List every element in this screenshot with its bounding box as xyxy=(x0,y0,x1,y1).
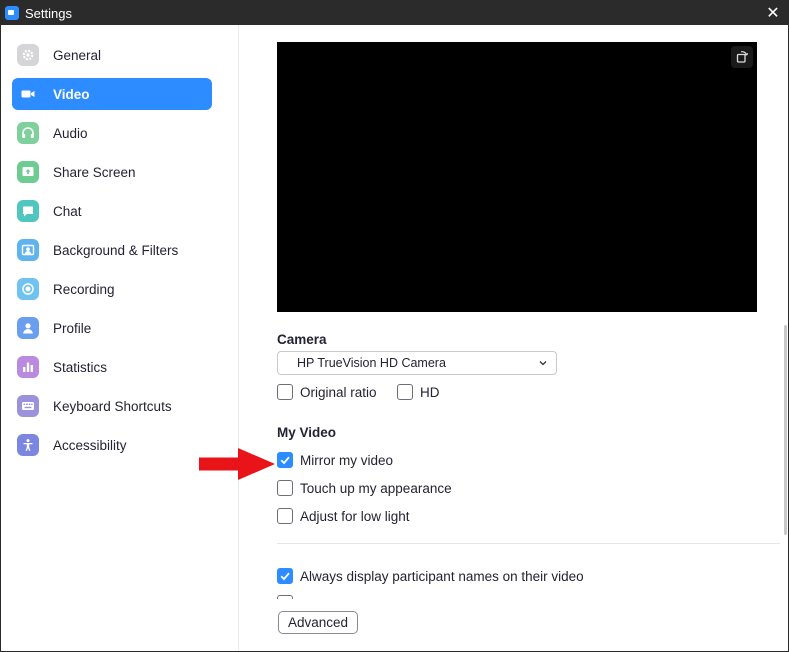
rotate-camera-icon[interactable] xyxy=(731,46,753,68)
sidebar-item-background-filters[interactable]: Background & Filters xyxy=(12,234,212,266)
section-divider xyxy=(277,543,780,544)
camera-select[interactable]: HP TrueVision HD Camera xyxy=(277,351,557,375)
participant-names-label: Always display participant names on thei… xyxy=(300,568,584,584)
background-icon xyxy=(17,239,39,261)
sidebar-item-label: Video xyxy=(53,86,90,102)
keyboard-icon xyxy=(17,395,39,417)
mirror-video-label: Mirror my video xyxy=(300,452,394,468)
chat-bubble-icon xyxy=(17,200,39,222)
statistics-icon xyxy=(17,356,39,378)
sidebar-item-label: Keyboard Shortcuts xyxy=(53,398,172,414)
advanced-button[interactable]: Advanced xyxy=(278,611,358,634)
sidebar-item-general[interactable]: General xyxy=(12,39,212,71)
share-screen-icon xyxy=(17,161,39,183)
sidebar-item-label: Background & Filters xyxy=(53,242,179,258)
original-ratio-option[interactable]: Original ratio xyxy=(277,384,377,400)
low-light-option[interactable]: Adjust for low light xyxy=(277,508,410,524)
my-video-section-title: My Video xyxy=(277,425,337,440)
zoom-app-icon xyxy=(5,6,19,20)
sidebar-item-label: General xyxy=(53,47,102,63)
settings-window: Settings ✕ General Video Audio Share Scr… xyxy=(0,0,789,652)
hd-option[interactable]: HD xyxy=(397,384,440,400)
hd-checkbox[interactable] xyxy=(397,384,413,400)
settings-sidebar: General Video Audio Share Screen Chat Ba… xyxy=(1,25,239,651)
sidebar-item-share-screen[interactable]: Share Screen xyxy=(12,156,212,188)
video-preview xyxy=(277,42,757,312)
hd-label: HD xyxy=(420,384,440,400)
sidebar-item-statistics[interactable]: Statistics xyxy=(12,351,212,383)
camera-select-value: HP TrueVision HD Camera xyxy=(297,356,446,370)
sidebar-item-video[interactable]: Video xyxy=(12,78,212,110)
profile-icon xyxy=(17,317,39,339)
sidebar-item-chat[interactable]: Chat xyxy=(12,195,212,227)
video-camera-icon xyxy=(17,83,39,105)
chevron-down-icon xyxy=(538,357,548,371)
sidebar-item-label: Share Screen xyxy=(53,164,136,180)
sidebar-item-label: Chat xyxy=(53,203,82,219)
gear-icon xyxy=(17,44,39,66)
window-title: Settings xyxy=(25,5,72,21)
touch-up-option[interactable]: Touch up my appearance xyxy=(277,480,452,496)
camera-section-title: Camera xyxy=(277,332,327,347)
touch-up-label: Touch up my appearance xyxy=(300,480,452,496)
touch-up-checkbox[interactable] xyxy=(277,480,293,496)
sidebar-item-profile[interactable]: Profile xyxy=(12,312,212,344)
mirror-video-checkbox[interactable] xyxy=(277,452,293,468)
sidebar-item-label: Accessibility xyxy=(53,437,127,453)
title-bar: Settings ✕ xyxy=(1,1,788,25)
low-light-label: Adjust for low light xyxy=(300,508,410,524)
original-ratio-checkbox[interactable] xyxy=(277,384,293,400)
original-ratio-label: Original ratio xyxy=(300,384,377,400)
sidebar-item-accessibility[interactable]: Accessibility xyxy=(12,429,212,461)
video-settings-panel: Camera HP TrueVision HD Camera Original … xyxy=(240,25,788,651)
participant-names-option[interactable]: Always display participant names on thei… xyxy=(277,568,584,584)
sidebar-item-label: Statistics xyxy=(53,359,108,375)
sidebar-item-recording[interactable]: Recording xyxy=(12,273,212,305)
accessibility-icon xyxy=(17,434,39,456)
headphones-icon xyxy=(17,122,39,144)
close-icon[interactable]: ✕ xyxy=(758,1,788,25)
red-arrow-icon xyxy=(199,448,275,480)
low-light-checkbox[interactable] xyxy=(277,508,293,524)
mirror-video-option[interactable]: Mirror my video xyxy=(277,452,393,468)
sidebar-item-audio[interactable]: Audio xyxy=(12,117,212,149)
sidebar-item-label: Recording xyxy=(53,281,115,297)
sidebar-item-label: Profile xyxy=(53,320,92,336)
participant-names-checkbox[interactable] xyxy=(277,568,293,584)
record-icon xyxy=(17,278,39,300)
partially-hidden-checkbox[interactable] xyxy=(277,595,293,599)
sidebar-item-label: Audio xyxy=(53,125,88,141)
sidebar-item-keyboard-shortcuts[interactable]: Keyboard Shortcuts xyxy=(12,390,212,422)
scrollbar-thumb[interactable] xyxy=(784,325,787,535)
